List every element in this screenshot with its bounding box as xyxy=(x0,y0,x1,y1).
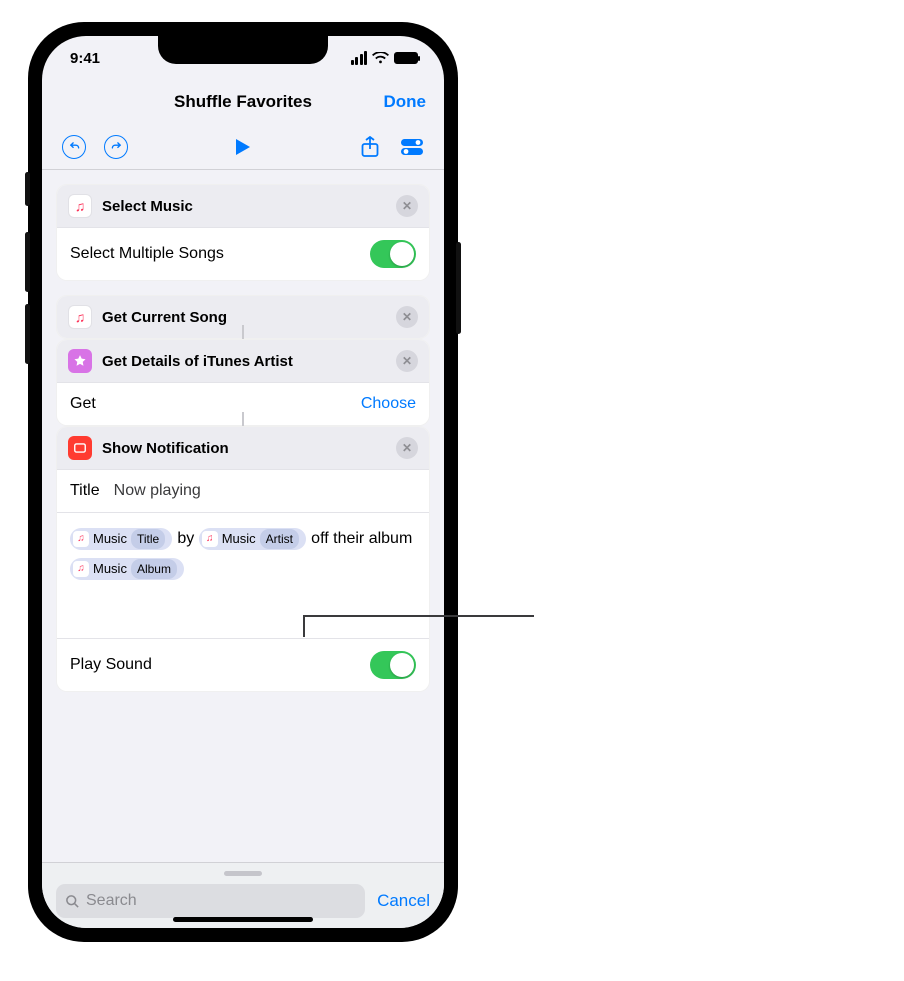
select-multiple-songs-row: Select Multiple Songs xyxy=(57,227,429,280)
action-header[interactable]: Show Notification xyxy=(57,427,429,469)
cancel-button[interactable]: Cancel xyxy=(377,891,430,911)
notification-app-icon xyxy=(68,436,92,460)
undo-icon xyxy=(62,135,86,159)
callout-line xyxy=(304,615,534,617)
search-placeholder: Search xyxy=(86,892,137,910)
variable-attr: Title xyxy=(131,529,165,549)
play-sound-row: Play Sound xyxy=(57,638,429,691)
row-label: Play Sound xyxy=(70,656,370,674)
variable-source: Music xyxy=(93,529,127,549)
action-select-music: ♫ Select Music Select Multiple Songs xyxy=(56,184,430,281)
battery-icon xyxy=(394,52,418,64)
volume-down xyxy=(25,304,30,364)
search-input[interactable]: Search xyxy=(56,884,365,918)
home-indicator[interactable] xyxy=(173,917,313,922)
notification-body-field[interactable]: ♫ Music Title by ♫ Music Artist off thei… xyxy=(57,512,429,638)
variable-token-music-album[interactable]: ♫ Music Album xyxy=(70,558,184,580)
settings-button[interactable] xyxy=(398,133,426,161)
device-frame: 9:41 Shuffle Favorites Done xyxy=(28,22,458,942)
action-show-notification: Show Notification Title Now playing ♫ Mu… xyxy=(56,426,430,692)
play-sound-toggle[interactable] xyxy=(370,651,416,679)
variable-token-music-title[interactable]: ♫ Music Title xyxy=(70,528,172,550)
music-app-icon: ♫ xyxy=(68,305,92,329)
redo-icon xyxy=(104,135,128,159)
title-label: Title xyxy=(70,482,100,500)
action-title: Select Music xyxy=(102,198,386,215)
variable-attr: Artist xyxy=(260,529,299,549)
row-label: Select Multiple Songs xyxy=(70,245,370,263)
remove-action-button[interactable] xyxy=(396,195,418,217)
done-button[interactable]: Done xyxy=(384,92,427,112)
cellular-signal-icon xyxy=(351,51,368,65)
body-text: off their album xyxy=(311,530,412,547)
play-icon xyxy=(235,138,251,156)
wifi-icon xyxy=(372,52,389,64)
share-button[interactable] xyxy=(356,133,384,161)
drawer-grabber[interactable] xyxy=(224,871,262,876)
notification-title-row: Title Now playing xyxy=(57,469,429,512)
variable-token-music-artist[interactable]: ♫ Music Artist xyxy=(199,528,306,550)
action-header[interactable]: ♫ Select Music xyxy=(57,185,429,227)
power-button xyxy=(456,242,461,334)
remove-action-button[interactable] xyxy=(396,350,418,372)
navigation-bar: Shuffle Favorites Done xyxy=(42,80,444,124)
music-mini-icon: ♫ xyxy=(73,561,89,577)
flow-connector xyxy=(242,412,244,426)
variable-source: Music xyxy=(222,529,256,549)
itunes-star-icon xyxy=(68,349,92,373)
music-app-icon: ♫ xyxy=(68,194,92,218)
remove-action-button[interactable] xyxy=(396,306,418,328)
editor-toolbar xyxy=(42,124,444,170)
choose-detail-button[interactable]: Choose xyxy=(361,395,416,413)
row-label: Get xyxy=(70,395,361,413)
variable-source: Music xyxy=(93,559,127,579)
run-button[interactable] xyxy=(229,133,257,161)
music-mini-icon: ♫ xyxy=(202,531,218,547)
select-multiple-songs-toggle[interactable] xyxy=(370,240,416,268)
undo-button[interactable] xyxy=(60,133,88,161)
notification-title-field[interactable]: Now playing xyxy=(114,482,201,500)
music-mini-icon: ♫ xyxy=(73,531,89,547)
action-title: Get Details of iTunes Artist xyxy=(102,353,386,370)
remove-action-button[interactable] xyxy=(396,437,418,459)
page-title: Shuffle Favorites xyxy=(174,92,312,112)
flow-connector xyxy=(242,325,244,339)
status-time: 9:41 xyxy=(70,50,100,67)
redo-button[interactable] xyxy=(102,133,130,161)
settings-icon xyxy=(400,138,424,156)
share-icon xyxy=(361,136,379,158)
screen: 9:41 Shuffle Favorites Done xyxy=(42,36,444,928)
body-text: by xyxy=(177,530,198,547)
silent-switch xyxy=(25,172,30,206)
shortcut-editor[interactable]: ♫ Select Music Select Multiple Songs ♫ G… xyxy=(42,170,444,836)
volume-up xyxy=(25,232,30,292)
variable-attr: Album xyxy=(131,559,177,579)
action-title: Get Current Song xyxy=(102,309,386,326)
action-title: Show Notification xyxy=(102,440,386,457)
search-icon xyxy=(65,894,80,909)
action-header[interactable]: Get Details of iTunes Artist xyxy=(57,340,429,382)
notch xyxy=(158,36,328,64)
